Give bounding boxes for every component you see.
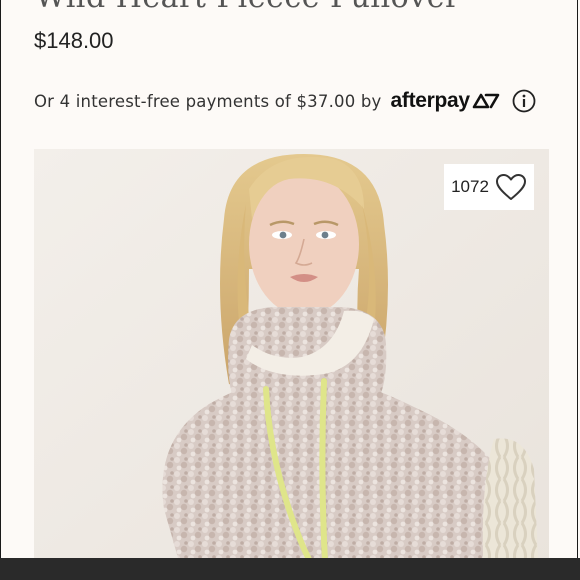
afterpay-row: Or 4 interest-free payments of $37.00 by… [34, 86, 549, 116]
product-price: $148.00 [34, 28, 114, 53]
product-image[interactable] [34, 149, 549, 580]
info-icon[interactable] [512, 89, 536, 113]
favorite-count: 1072 [451, 177, 489, 196]
bottom-bar [0, 558, 580, 580]
heart-outline-icon [495, 174, 526, 200]
product-title: Wild Heart Fleece Pullover [35, 0, 460, 15]
afterpay-installment-text: Or 4 interest-free payments of $37.00 by [34, 91, 382, 111]
afterpay-logo: afterpay [391, 89, 500, 113]
afterpay-arrows-icon [472, 93, 500, 109]
model-photo [34, 149, 549, 580]
favorite-button[interactable]: 1072 [444, 164, 534, 210]
afterpay-brand-text: afterpay [390, 89, 471, 112]
product-page: Wild Heart Fleece Pullover $148.00 Or 4 … [0, 0, 578, 580]
